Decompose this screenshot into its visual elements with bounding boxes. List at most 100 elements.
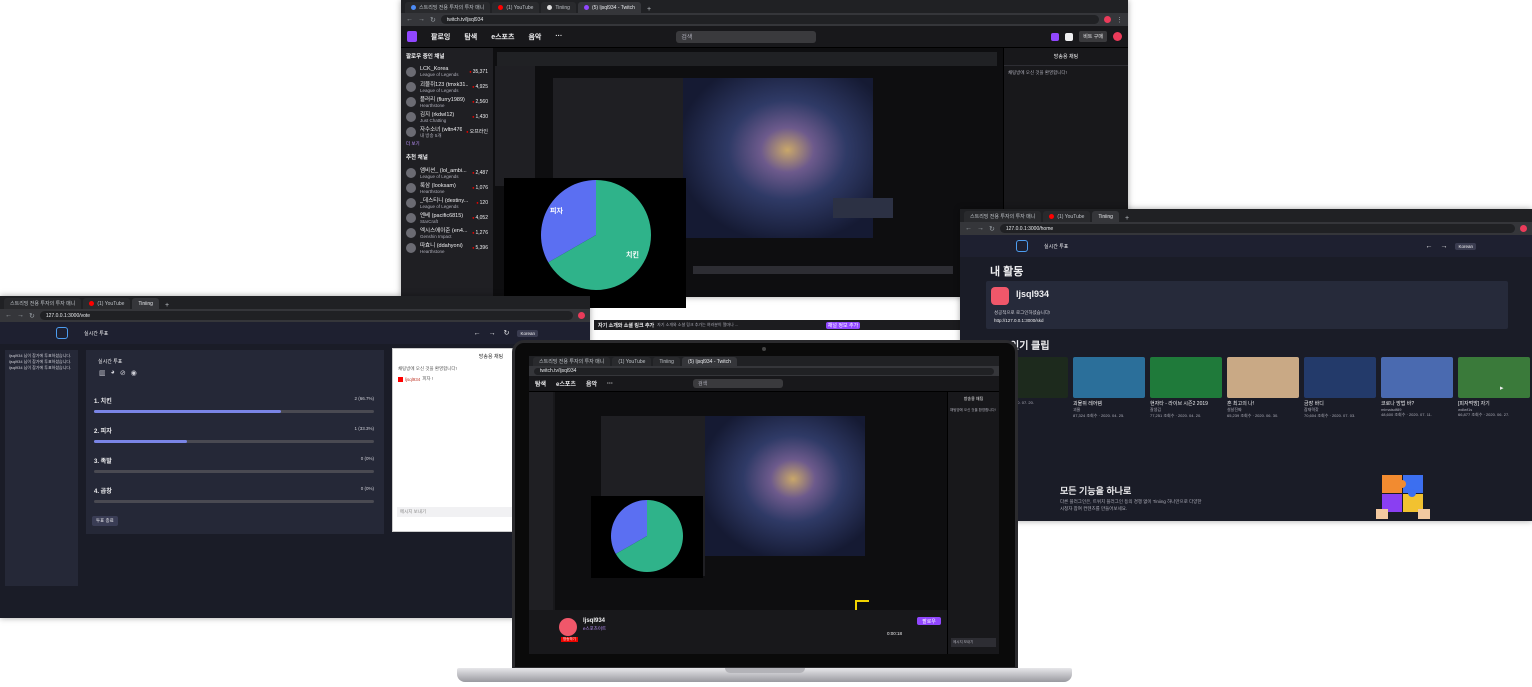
forward-arrow-icon[interactable]: → — [489, 330, 496, 337]
twitch-logo-icon[interactable] — [407, 31, 417, 42]
pie-label-pizza: 피자 — [550, 208, 563, 215]
browser-tab[interactable]: Tiniing — [541, 2, 576, 13]
forward-icon[interactable]: → — [977, 225, 984, 232]
url-input[interactable]: 127.0.0.1:3000/home — [999, 224, 1515, 233]
channel-row[interactable]: LCK_KoreaLeague of Legends 35,371 — [401, 64, 493, 79]
profile-link[interactable]: http://127.0.0.1:3000/skd — [994, 318, 1044, 323]
language-select[interactable]: Korean — [517, 329, 538, 337]
nav-music[interactable]: 음악 — [586, 379, 597, 388]
reload-icon[interactable]: ↻ — [989, 225, 995, 233]
reload-icon[interactable]: ↻ — [430, 16, 436, 24]
browser-tab[interactable]: 스트리밍 전용 투자의 투자 매니 — [4, 298, 82, 309]
browser-tab[interactable]: 스트리밍 전용 투자의 투자 매니 — [533, 357, 611, 366]
back-icon[interactable]: ← — [406, 16, 413, 23]
channel-row[interactable]: 따효니 (ddahyoni)Hearthstone 5,396 — [401, 240, 493, 255]
poll-option[interactable]: 1. 치킨 2 (66.7%) — [94, 396, 374, 424]
app-logo-icon[interactable] — [56, 327, 68, 339]
header-title[interactable]: 실시간 투표 — [1044, 243, 1068, 250]
browser-tab-active[interactable]: (5) ljsql934 - Twitch — [577, 2, 641, 13]
browser-tab[interactable]: (1) YouTube — [83, 298, 131, 309]
clip-card[interactable]: 현자타 - 라이브 시즌2 2019 잘생김 77,251 조회수 · 2020. … — [1150, 357, 1222, 419]
channel-row[interactable]: 괴물쥐123 (tmxk31...League of Legends 4,925 — [401, 79, 493, 94]
end-poll-button[interactable]: 투표 종료 — [92, 516, 118, 526]
chat-title: 방송용 채팅 — [1004, 48, 1128, 66]
url-input[interactable]: twitch.tv/ljsql934 — [534, 367, 994, 375]
back-icon[interactable]: ← — [5, 312, 12, 319]
header-title[interactable]: 실시간 투표 — [84, 330, 108, 337]
clip-card[interactable]: [피자먹방] 자기 wdlwf1s 66,877 조회수 · 2020. 06. 2… — [1458, 357, 1530, 418]
channel-row[interactable]: 김지 (rkdwl12)Just Chatting 1,430 — [401, 109, 493, 124]
channel-row[interactable]: 엔베 (pacific6815)StarCraft 4,052 — [401, 210, 493, 225]
nav-music[interactable]: 음악 — [528, 32, 541, 42]
nav-esports[interactable]: e스포츠 — [491, 32, 514, 42]
nav-esports[interactable]: e스포츠 — [556, 379, 576, 388]
chat-message-input[interactable]: 메시지 보내기 — [951, 638, 996, 647]
channel-row[interactable]: 룩삼 (looksam)Hearthstone 1,076 — [401, 180, 493, 195]
follow-button[interactable]: 팔로우 — [917, 617, 941, 625]
profile-icon[interactable] — [1520, 225, 1527, 232]
poll-option[interactable]: 4. 곱창 0 (0%) — [94, 486, 374, 514]
browser-tab[interactable]: (1) YouTube — [492, 2, 540, 13]
reload-icon[interactable]: ↻ — [29, 312, 35, 320]
nav-more[interactable]: ··· — [607, 381, 613, 387]
browser-tab-active[interactable]: Tiniing — [1092, 211, 1119, 222]
forward-icon[interactable]: → — [418, 16, 425, 23]
add-channel-info-button[interactable]: 채널 정보 추가 — [826, 321, 860, 329]
browser-tab[interactable]: (1) YouTube — [612, 357, 652, 366]
clip-card[interactable]: 괴물쥐 레어템 괴물 87,324 조회수 · 2020. 04. 25. — [1073, 357, 1145, 419]
browser-tab[interactable]: 스트리밍 전용 투자의 투자 매니 — [405, 2, 491, 13]
site-icon — [547, 5, 553, 10]
poll-option[interactable]: 3. 족발 0 (0%) — [94, 456, 374, 484]
profile-icon[interactable] — [1104, 16, 1111, 23]
eye-icon[interactable]: ◉ — [131, 369, 137, 377]
back-arrow-icon[interactable]: ← — [474, 330, 481, 337]
clip-card[interactable]: 혼 최고의 나! 설날진짜 65,239 조회수 · 2020. 06. 30. — [1227, 357, 1299, 419]
avatar[interactable] — [1113, 32, 1122, 41]
inbox-icon[interactable] — [1051, 32, 1060, 41]
browser-tab[interactable]: (1) YouTube — [1043, 211, 1091, 222]
language-select[interactable]: Korean — [1455, 242, 1476, 250]
bar-chart-icon[interactable]: ▥ — [99, 369, 106, 377]
nav-browse[interactable]: 탐색 — [464, 32, 477, 42]
pie-chart-icon[interactable]: ◕ — [111, 369, 115, 377]
back-icon[interactable]: ← — [965, 225, 972, 232]
nav-browse[interactable]: 탐색 — [535, 379, 546, 388]
laptop-stream-player[interactable] — [555, 392, 947, 610]
browser-tab-active[interactable]: Tiniing — [132, 298, 159, 309]
app-logo-icon[interactable] — [1016, 240, 1028, 252]
poll-option[interactable]: 2. 피자 1 (33.3%) — [94, 426, 374, 454]
new-tab-button[interactable]: + — [643, 6, 655, 13]
channel-row[interactable]: 엑시스에이준 (en4...Genshin Impact 1,276 — [401, 225, 493, 240]
search-input[interactable]: 검색 — [676, 30, 817, 43]
hide-icon[interactable]: ⊘ — [120, 369, 126, 377]
search-input[interactable]: 검색 — [693, 379, 783, 388]
forward-icon[interactable]: → — [17, 312, 24, 319]
channel-row[interactable]: 플러리 (flurry1989)Hearthstone 2,560 — [401, 94, 493, 109]
nav-more[interactable]: ··· — [555, 33, 562, 40]
browser-tab[interactable]: Tiniing — [653, 357, 680, 366]
show-more-link[interactable]: 더 보기 — [401, 139, 493, 149]
clip-card[interactable]: 금장 바디 잠재력찾 70,604 조회수 · 2020. 07. 03. — [1304, 357, 1376, 419]
clip-card[interactable]: 코로나 방법 바? mimaisdf89 48,600 조회수 · 2020. 07… — [1381, 357, 1453, 418]
url-input[interactable]: 127.0.0.1:3000/vote — [39, 311, 573, 320]
browser-tab[interactable]: 스트리밍 전용 투자의 투자 매니 — [964, 211, 1042, 222]
url-input[interactable]: twitch.tv/ljsql934 — [440, 15, 1099, 24]
bits-button[interactable]: 비트 구매 — [1079, 31, 1107, 42]
channel-row[interactable]: 자수소녀 (wltn476...내 방송 5개 오프라인 — [401, 124, 493, 139]
notifications-icon[interactable] — [1065, 32, 1074, 41]
refresh-icon[interactable]: ↻ — [504, 329, 510, 337]
nav-following[interactable]: 팔로잉 — [431, 32, 450, 42]
new-tab-button[interactable]: + — [1121, 215, 1133, 222]
profile-icon[interactable] — [578, 312, 585, 319]
channel-category[interactable]: e스포츠이트 — [583, 626, 606, 632]
channel-row[interactable]: _데스티니 (destiny...League of Legends 120 — [401, 195, 493, 210]
browser-tab-active[interactable]: (5) ljsql934 - Twitch — [681, 357, 737, 366]
viewer-count: 5,396 — [472, 245, 488, 251]
back-arrow-icon[interactable]: ← — [1425, 243, 1432, 250]
channel-row[interactable]: 앰비션_ (lol_ambi...League of Legends 2,487 — [401, 165, 493, 180]
channel-text: 따효니 (ddahyoni) Hearthstone — [420, 241, 468, 254]
menu-icon[interactable]: ⋮ — [1116, 16, 1123, 24]
new-tab-button[interactable]: + — [161, 302, 173, 309]
carousel-next-icon[interactable]: ▸ — [1500, 384, 1504, 392]
forward-arrow-icon[interactable]: → — [1440, 243, 1447, 250]
